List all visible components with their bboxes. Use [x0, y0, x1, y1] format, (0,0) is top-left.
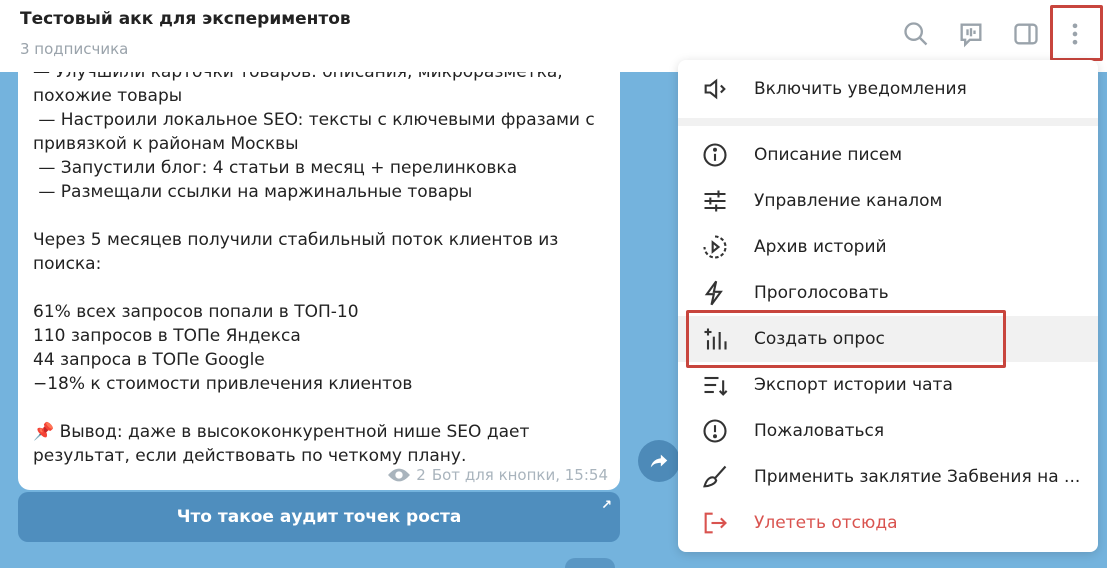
message-line: — Размещали ссылки на маржинальные товар…	[33, 182, 473, 202]
inline-button-label: Что такое аудит точек роста	[176, 507, 462, 527]
menu-item-label: Проголосовать	[754, 283, 889, 303]
menu-item-clear-history[interactable]: Применить заклятие Забвения на ...	[678, 454, 1098, 500]
menu-item-label: Включить уведомления	[754, 79, 967, 99]
menu-separator	[678, 118, 1098, 126]
message-line	[33, 276, 613, 300]
chat-subtitle: 3 подписчика	[20, 40, 129, 58]
menu-item-label: Управление каналом	[754, 191, 943, 211]
create-poll-highlight	[686, 310, 1006, 368]
forward-button[interactable]	[638, 440, 680, 482]
voice-chat-icon	[960, 23, 982, 48]
menu-item-label: Улететь отсюда	[754, 513, 898, 533]
menu-item-report[interactable]: Пожаловаться	[678, 408, 1098, 454]
forward-icon	[650, 454, 668, 468]
menu-item-label: Экспорт истории чата	[754, 375, 953, 395]
message-line: Через 5 месяцев получили стабильный пото…	[33, 230, 559, 250]
broom-icon	[703, 465, 727, 488]
info-icon	[703, 143, 727, 167]
leave-icon	[704, 512, 727, 534]
more-menu-highlight	[1050, 5, 1103, 61]
voice-chat-button[interactable]	[951, 14, 991, 54]
menu-item-leave[interactable]: Улететь отсюда	[678, 500, 1098, 546]
sidebar-toggle-button[interactable]	[1006, 14, 1046, 54]
message-line: — Настроили локальное SEO: тексты с ключ…	[33, 110, 595, 130]
chat-title[interactable]: Тестовый акк для экспериментов	[20, 9, 351, 29]
stories-archive-icon	[703, 235, 727, 259]
menu-item-export-history[interactable]: Экспорт истории чата	[678, 362, 1098, 408]
message-line: 44 запроса в ТОПе Google	[33, 350, 265, 370]
menu-item-label: Описание писем	[754, 145, 903, 165]
next-message-bubble	[565, 558, 615, 568]
menu-item-notifications[interactable]: Включить уведомления	[678, 66, 1098, 112]
message-line: 110 запросов в ТОПе Яндекса	[33, 326, 301, 346]
report-icon	[703, 419, 727, 443]
message-line: — Улучшили карточки товаров: описания, м…	[33, 72, 563, 82]
settings-sliders-icon	[704, 190, 726, 212]
search-button[interactable]	[896, 14, 936, 54]
channel-menu: Включить уведомления Описание писем Упра…	[678, 60, 1098, 552]
message-bubble: — Улучшили карточки товаров: описания, м…	[18, 72, 620, 490]
message-meta: 2 Бот для кнопки, 15:54	[388, 466, 608, 484]
message-line	[33, 204, 613, 228]
menu-item-label: Пожаловаться	[754, 421, 885, 441]
message-line: −18% к стоимости привлечения клиентов	[33, 374, 413, 394]
message-author-time: Бот для кнопки, 15:54	[431, 466, 608, 484]
external-link-icon: ↗	[601, 498, 612, 513]
sidebar-toggle-icon	[1014, 23, 1038, 45]
speaker-icon	[704, 78, 726, 100]
eye-icon	[388, 468, 411, 482]
message-line	[33, 396, 613, 420]
message-line: похожие товары	[33, 86, 183, 106]
message-line: 📌 Вывод: даже в высококонкурентной нише …	[33, 422, 530, 442]
message-text: — Улучшили карточки товаров: описания, м…	[33, 72, 613, 468]
menu-item-stories-archive[interactable]: Архив историй	[678, 224, 1098, 270]
message-line: — Запустили блог: 4 статьи в месяц + пер…	[33, 158, 518, 178]
lightning-icon	[704, 280, 723, 306]
menu-item-label: Архив историй	[754, 237, 887, 257]
menu-item-manage-channel[interactable]: Управление каналом	[678, 178, 1098, 224]
message-line: привязкой к районам Москвы	[33, 134, 299, 154]
inline-url-button[interactable]: Что такое аудит точек роста ↗	[18, 492, 620, 542]
message-line: 61% всех запросов попали в ТОП-10	[33, 302, 359, 322]
menu-item-label: Применить заклятие Забвения на ...	[754, 467, 1081, 487]
export-icon	[704, 376, 728, 396]
search-icon	[904, 22, 928, 46]
message-line: поиска:	[33, 254, 102, 274]
view-count: 2	[416, 466, 426, 484]
message-line: результат, если действовать по четкому п…	[33, 446, 467, 466]
menu-item-description[interactable]: Описание писем	[678, 132, 1098, 178]
